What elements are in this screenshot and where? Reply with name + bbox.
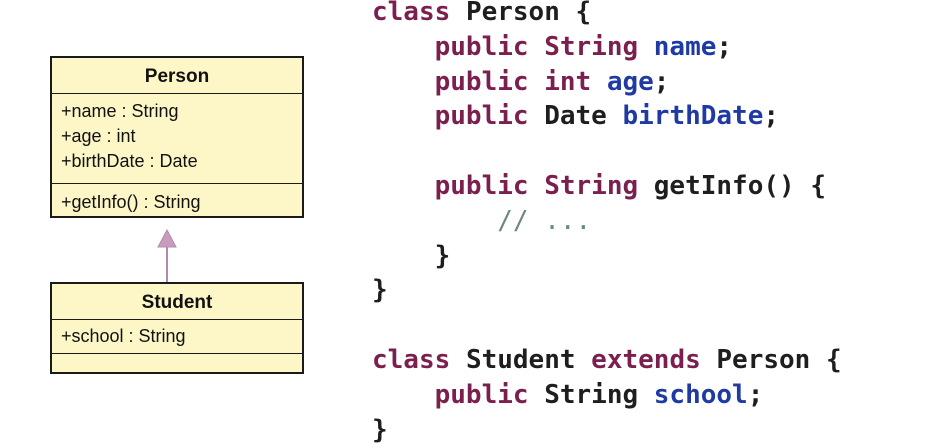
code-class-name: Person <box>716 344 811 375</box>
code-brace: } <box>434 240 451 271</box>
uml-method: +getInfo() : String <box>61 192 201 212</box>
code-keyword: class <box>372 0 451 27</box>
code-class-name: Student <box>465 344 576 375</box>
code-keyword: public <box>434 170 529 201</box>
code-brace: { <box>825 344 842 375</box>
uml-attribute: +name : String <box>61 101 179 121</box>
code-field-name: school <box>653 379 748 410</box>
uml-class-person: Person +name : String +age : int +birthD… <box>50 56 304 218</box>
code-line: class Person { <box>372 0 842 30</box>
code-brace: } <box>372 414 388 445</box>
code-field-name: age <box>606 66 654 97</box>
code-line: public String school; <box>372 378 842 413</box>
code-semicolon: ; <box>747 379 764 410</box>
code-semicolon: ; <box>763 101 780 132</box>
code-line: public String getInfo() { <box>372 169 842 204</box>
code-keyword: public <box>434 101 529 132</box>
code-parens: () <box>763 170 795 201</box>
uml-methods <box>52 354 302 372</box>
inheritance-arrow-head <box>157 228 177 248</box>
code-type: String <box>544 170 639 201</box>
code-keyword: public <box>434 379 529 410</box>
uml-attribute: +school : String <box>61 326 186 346</box>
code-line: } <box>372 239 842 274</box>
code-line: } <box>372 273 842 308</box>
uml-methods: +getInfo() : String <box>52 184 302 215</box>
uml-class-name: Person <box>52 58 302 94</box>
code-field-name: birthDate <box>622 101 764 132</box>
code-comment: // ... <box>497 205 592 236</box>
code-keyword: extends <box>591 344 701 375</box>
inheritance-arrow <box>157 228 177 282</box>
code-field-name: name <box>653 31 717 62</box>
code-panel: class Person { public String name; publi… <box>372 0 842 447</box>
code-method-name: getInfo <box>653 170 764 201</box>
code-type: Date <box>544 101 607 132</box>
code-class-name: Person <box>465 0 560 27</box>
code-keyword: public <box>434 66 529 97</box>
uml-attribute: +age : int <box>61 126 136 146</box>
uml-attributes: +name : String +age : int +birthDate : D… <box>52 94 302 184</box>
code-type: String <box>544 379 639 410</box>
code-type: int <box>544 66 592 97</box>
code-brace: } <box>372 275 388 306</box>
code-semicolon: ; <box>716 31 733 62</box>
code-semicolon: ; <box>653 66 670 97</box>
code-keyword: public <box>434 31 529 62</box>
uml-attribute: +birthDate : Date <box>61 151 198 171</box>
code-brace: { <box>810 170 826 201</box>
uml-class-name: Student <box>52 284 302 320</box>
code-line: public String name; <box>372 30 842 65</box>
code-line: public Date birthDate; <box>372 99 842 134</box>
code-brace: { <box>575 0 592 27</box>
code-line: // ... <box>372 204 842 239</box>
code-line: public int age; <box>372 65 842 100</box>
code-type: String <box>544 31 639 62</box>
code-line: class Student extends Person { <box>372 343 842 378</box>
uml-class-student: Student +school : String <box>50 282 304 374</box>
code-line: } <box>372 413 842 448</box>
code-keyword: class <box>372 344 451 375</box>
uml-attributes: +school : String <box>52 320 302 354</box>
